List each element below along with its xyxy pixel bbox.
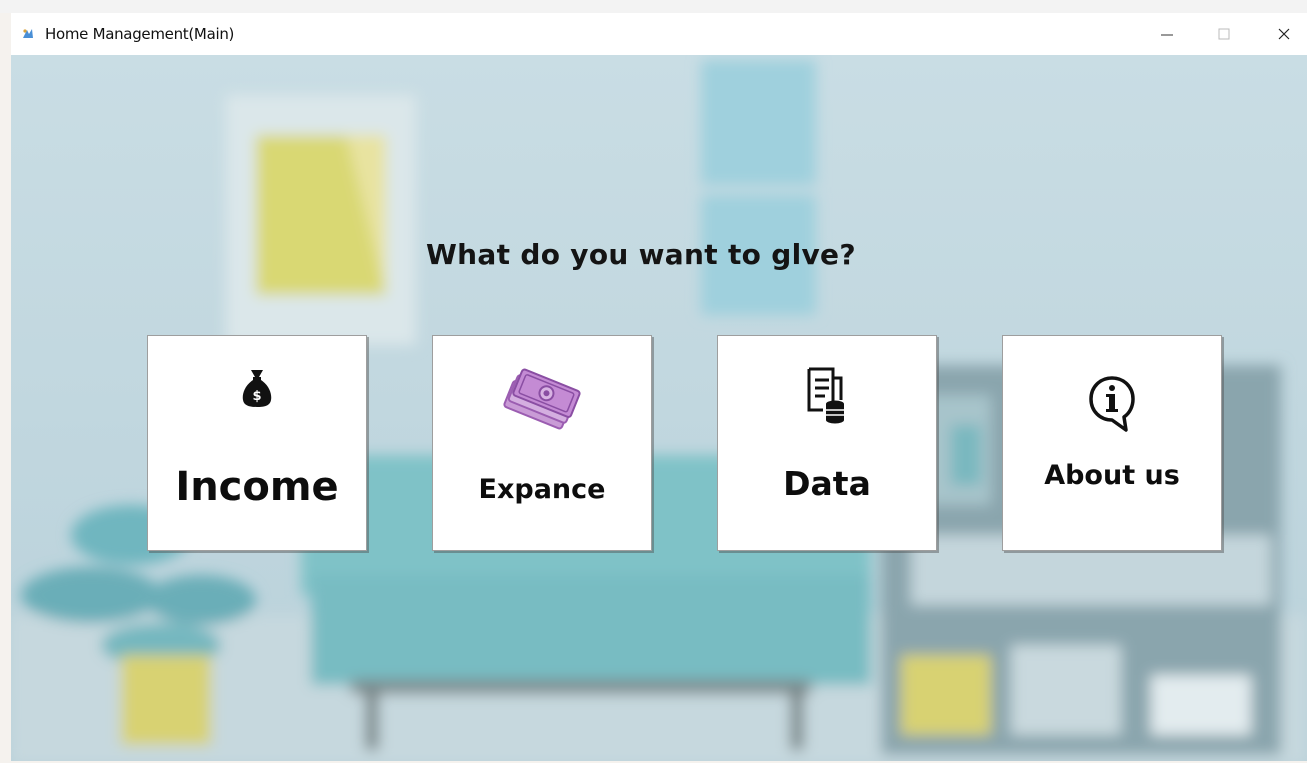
prompt-text: What do you want to glve?	[426, 238, 856, 271]
minimize-icon	[1161, 34, 1173, 36]
title-bar[interactable]: Home Management(Main)	[11, 13, 1307, 55]
info-bubble-icon	[1089, 376, 1135, 432]
expance-label: Expance	[478, 474, 606, 505]
app-window: Home Management(Main) What do you want t…	[11, 13, 1307, 761]
main-panel: What do you want to glve? $ Income Expan…	[11, 55, 1307, 761]
document-database-icon	[807, 367, 844, 424]
desktop-strip	[0, 0, 1307, 13]
close-button[interactable]	[1261, 13, 1307, 55]
data-button[interactable]: Data	[717, 335, 937, 551]
maximize-button[interactable]	[1201, 13, 1247, 55]
minimize-button[interactable]	[1144, 13, 1190, 55]
data-label: Data	[783, 464, 871, 503]
income-label: Income	[175, 464, 339, 510]
cash-notes-icon	[503, 368, 581, 430]
expance-button[interactable]: Expance	[432, 335, 652, 551]
money-bag-icon: $	[242, 370, 272, 407]
close-icon	[1278, 28, 1290, 40]
maximize-icon	[1218, 28, 1230, 40]
svg-text:$: $	[252, 389, 261, 404]
about-us-button[interactable]: About us	[1002, 335, 1222, 551]
income-button[interactable]: $ Income	[147, 335, 367, 551]
app-icon	[23, 29, 33, 38]
window-title: Home Management(Main)	[45, 25, 235, 43]
about-us-label: About us	[1044, 460, 1180, 491]
